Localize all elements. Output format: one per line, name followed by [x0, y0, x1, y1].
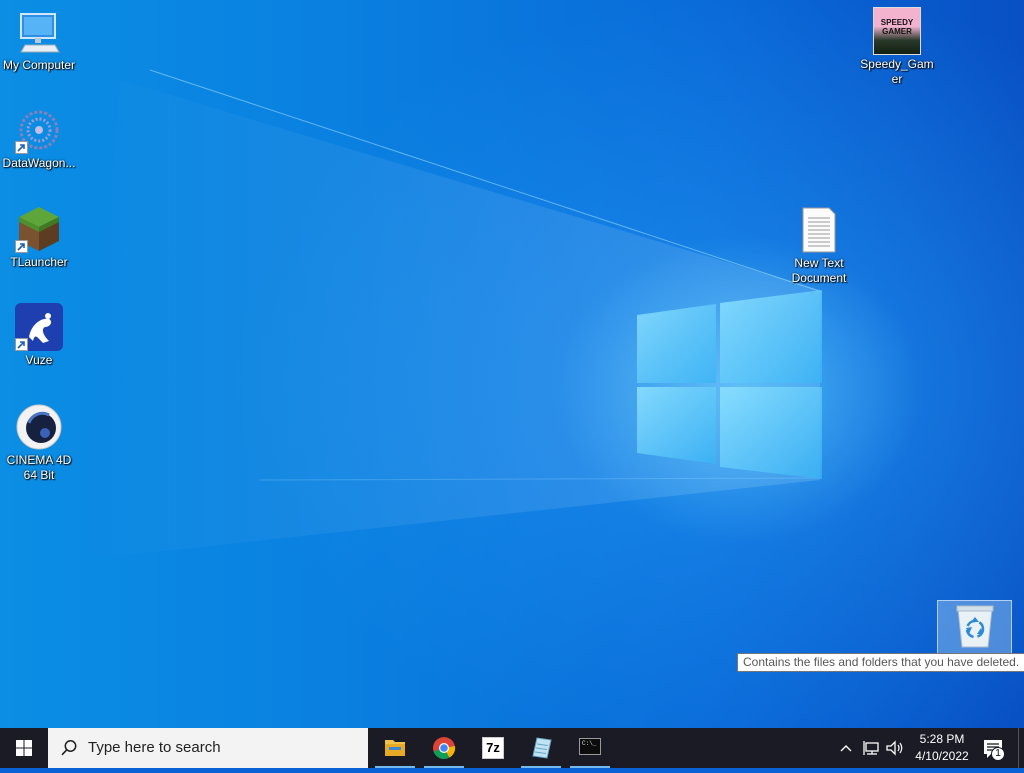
desktop-icon-speedy-gamer[interactable]: SPEEDY GAMER Speedy_Gamer [857, 7, 937, 87]
datawagon-icon [15, 106, 63, 154]
notification-badge: 1 [991, 747, 1005, 761]
taskbar-app-file-explorer[interactable] [371, 728, 419, 768]
text-document-icon [795, 206, 843, 254]
volume-icon[interactable] [884, 738, 906, 758]
desktop-icon-cinema4d[interactable]: CINEMA 4D 64 Bit [0, 403, 79, 483]
tooltip: Contains the files and folders that you … [737, 653, 1024, 672]
cinema4d-icon [15, 403, 63, 451]
speedy-gamer-image-icon: SPEEDY GAMER [873, 7, 921, 55]
taskbar-app-cmd[interactable]: C:\_ [566, 728, 614, 768]
desktop-icon-vuze[interactable]: Vuze [0, 303, 79, 368]
taskbar-app-chrome[interactable] [420, 728, 468, 768]
7zip-icon-text: 7z [486, 740, 500, 755]
cmd-icon: C:\_ [579, 738, 601, 755]
desktop-icon-label: CINEMA 4D 64 Bit [6, 453, 72, 482]
thumbnail-text: SPEEDY GAMER [880, 18, 914, 36]
clock-time: 5:28 PM [919, 732, 965, 746]
taskbar: Type here to search 7z C:\_ 5:28 PM 4/10… [0, 728, 1024, 768]
search-input[interactable]: Type here to search [48, 728, 368, 768]
vuze-frog-icon [15, 303, 63, 351]
recycle-bin-icon [954, 603, 996, 649]
search-icon [61, 740, 77, 756]
tray-overflow-chevron-icon[interactable] [838, 739, 854, 757]
grass-block-icon [15, 205, 63, 253]
taskbar-app-notepad[interactable] [517, 728, 565, 768]
wallpaper [80, 69, 823, 560]
notification-count: 1 [995, 748, 1001, 759]
shortcut-arrow-icon [15, 338, 28, 351]
action-center-button[interactable]: 1 [978, 734, 1008, 764]
file-explorer-icon [385, 740, 405, 756]
show-desktop-button[interactable] [1018, 728, 1024, 768]
desktop-icon-tlauncher[interactable]: TLauncher [0, 205, 79, 270]
desktop-icon-label: DataWagon... [2, 156, 76, 170]
windows-logo-icon [16, 740, 32, 756]
computer-icon [15, 8, 63, 56]
network-icon[interactable] [862, 738, 882, 758]
cmd-icon-text: C:\_ [582, 740, 597, 747]
clock-date: 4/10/2022 [915, 749, 969, 763]
desktop-icon-my-computer[interactable]: My Computer [0, 8, 79, 73]
clock[interactable]: 5:28 PM 4/10/2022 [912, 731, 972, 765]
search-placeholder: Type here to search [88, 739, 221, 756]
start-button[interactable] [0, 728, 48, 768]
chrome-icon [433, 737, 456, 760]
shortcut-arrow-icon [15, 240, 28, 253]
desktop-icon-new-text-document[interactable]: New Text Document [779, 206, 859, 286]
desktop-icon-label: New Text Document [791, 256, 847, 285]
desktop-icon-label: Speedy_Gamer [860, 57, 934, 86]
notepad-icon [532, 737, 552, 759]
desktop-icon-datawagon[interactable]: DataWagon... [0, 106, 79, 171]
desktop-icon-label: My Computer [2, 58, 76, 72]
desktop[interactable]: My Computer DataWagon... TLauncher Vuze … [0, 0, 1024, 728]
7zip-icon: 7z [482, 737, 504, 759]
desktop-icon-label: TLauncher [10, 255, 68, 269]
desktop-icon-label: Vuze [25, 353, 53, 367]
desktop-icon-recycle-bin[interactable] [937, 600, 1012, 654]
taskbar-app-7zip[interactable]: 7z [469, 728, 517, 768]
shortcut-arrow-icon [15, 141, 28, 154]
